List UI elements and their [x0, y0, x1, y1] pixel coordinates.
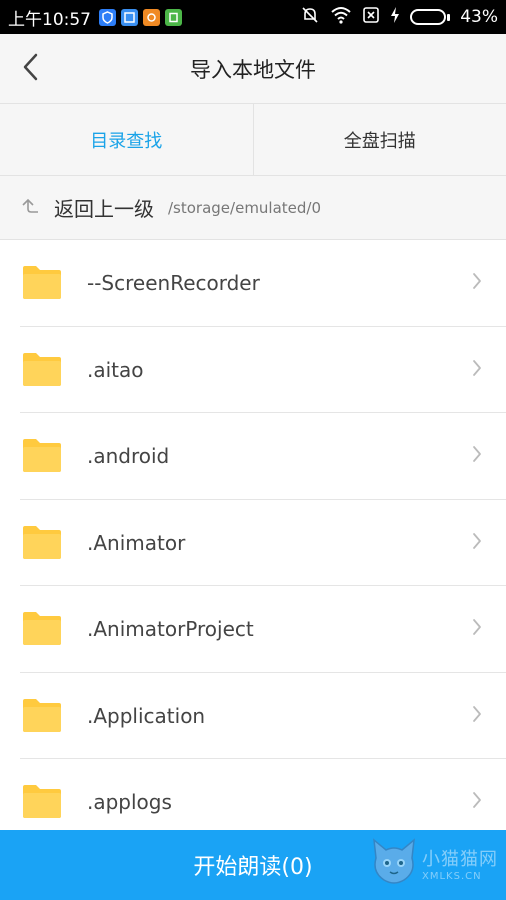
status-time: 上午10:57 [8, 9, 91, 30]
tab-directory-search[interactable]: 目录查找 [0, 104, 253, 175]
file-list-item[interactable]: .applogs [0, 759, 506, 830]
chevron-right-icon [472, 445, 482, 467]
file-list-item[interactable]: .AnimatorProject [0, 586, 506, 673]
file-name: .aitao [87, 357, 144, 382]
file-list-item[interactable]: .Animator [0, 500, 506, 587]
chevron-right-icon [472, 791, 482, 813]
folder-icon [22, 783, 62, 819]
chevron-right-icon [472, 618, 482, 640]
file-list-item[interactable]: .Application [0, 673, 506, 760]
file-name: .android [87, 444, 170, 469]
folder-icon [22, 437, 62, 473]
parent-directory-button[interactable]: 返回上一级 /storage/emulated/0 [0, 176, 506, 240]
app-icon [165, 8, 182, 26]
app-icon [121, 8, 138, 26]
file-list: --ScreenRecorder .aitao .android .Animator.… [0, 240, 506, 830]
charging-icon [390, 6, 400, 29]
watermark-subtext: XMLKS.CN [422, 870, 482, 882]
folder-icon [22, 264, 62, 300]
no-sim-icon [362, 6, 380, 29]
file-list-item[interactable]: .android [0, 413, 506, 500]
folder-icon [22, 697, 62, 733]
wifi-icon [330, 6, 352, 29]
back-button[interactable] [14, 52, 48, 86]
folder-icon [22, 610, 62, 646]
status-bar: 上午10:57 43% [0, 0, 506, 34]
battery-percent: 43% [460, 7, 498, 27]
file-name: .applogs [87, 790, 172, 815]
start-reading-label: 开始朗读(0) [193, 855, 313, 880]
file-name: .Application [87, 703, 206, 728]
folder-icon [22, 524, 62, 560]
chevron-right-icon [472, 532, 482, 554]
watermark: 小猫猫网 XMLKS.CN [370, 836, 498, 890]
file-list-item[interactable]: --ScreenRecorder [0, 240, 506, 327]
shield-icon [99, 8, 116, 26]
cat-logo-icon [370, 836, 418, 890]
chevron-left-icon [22, 53, 40, 85]
chevron-right-icon [472, 705, 482, 727]
title-bar: 导入本地文件 [0, 34, 506, 104]
file-list-item[interactable]: .aitao [0, 327, 506, 414]
up-label: 返回上一级 [54, 197, 154, 221]
file-name: .AnimatorProject [87, 617, 254, 642]
chevron-right-icon [472, 272, 482, 294]
mute-icon [300, 5, 320, 30]
watermark-text: 小猫猫网 [422, 848, 498, 870]
chevron-right-icon [472, 359, 482, 381]
tab-full-scan[interactable]: 全盘扫描 [252, 104, 506, 175]
app-icon [143, 8, 160, 26]
battery-icon [410, 9, 451, 25]
up-arrow-icon [20, 197, 40, 219]
tab-bar: 目录查找 全盘扫描 [0, 104, 506, 176]
file-name: .Animator [87, 530, 186, 555]
current-path: /storage/emulated/0 [168, 198, 322, 217]
page-title: 导入本地文件 [190, 57, 316, 82]
folder-icon [22, 351, 62, 387]
file-name: --ScreenRecorder [87, 271, 260, 296]
